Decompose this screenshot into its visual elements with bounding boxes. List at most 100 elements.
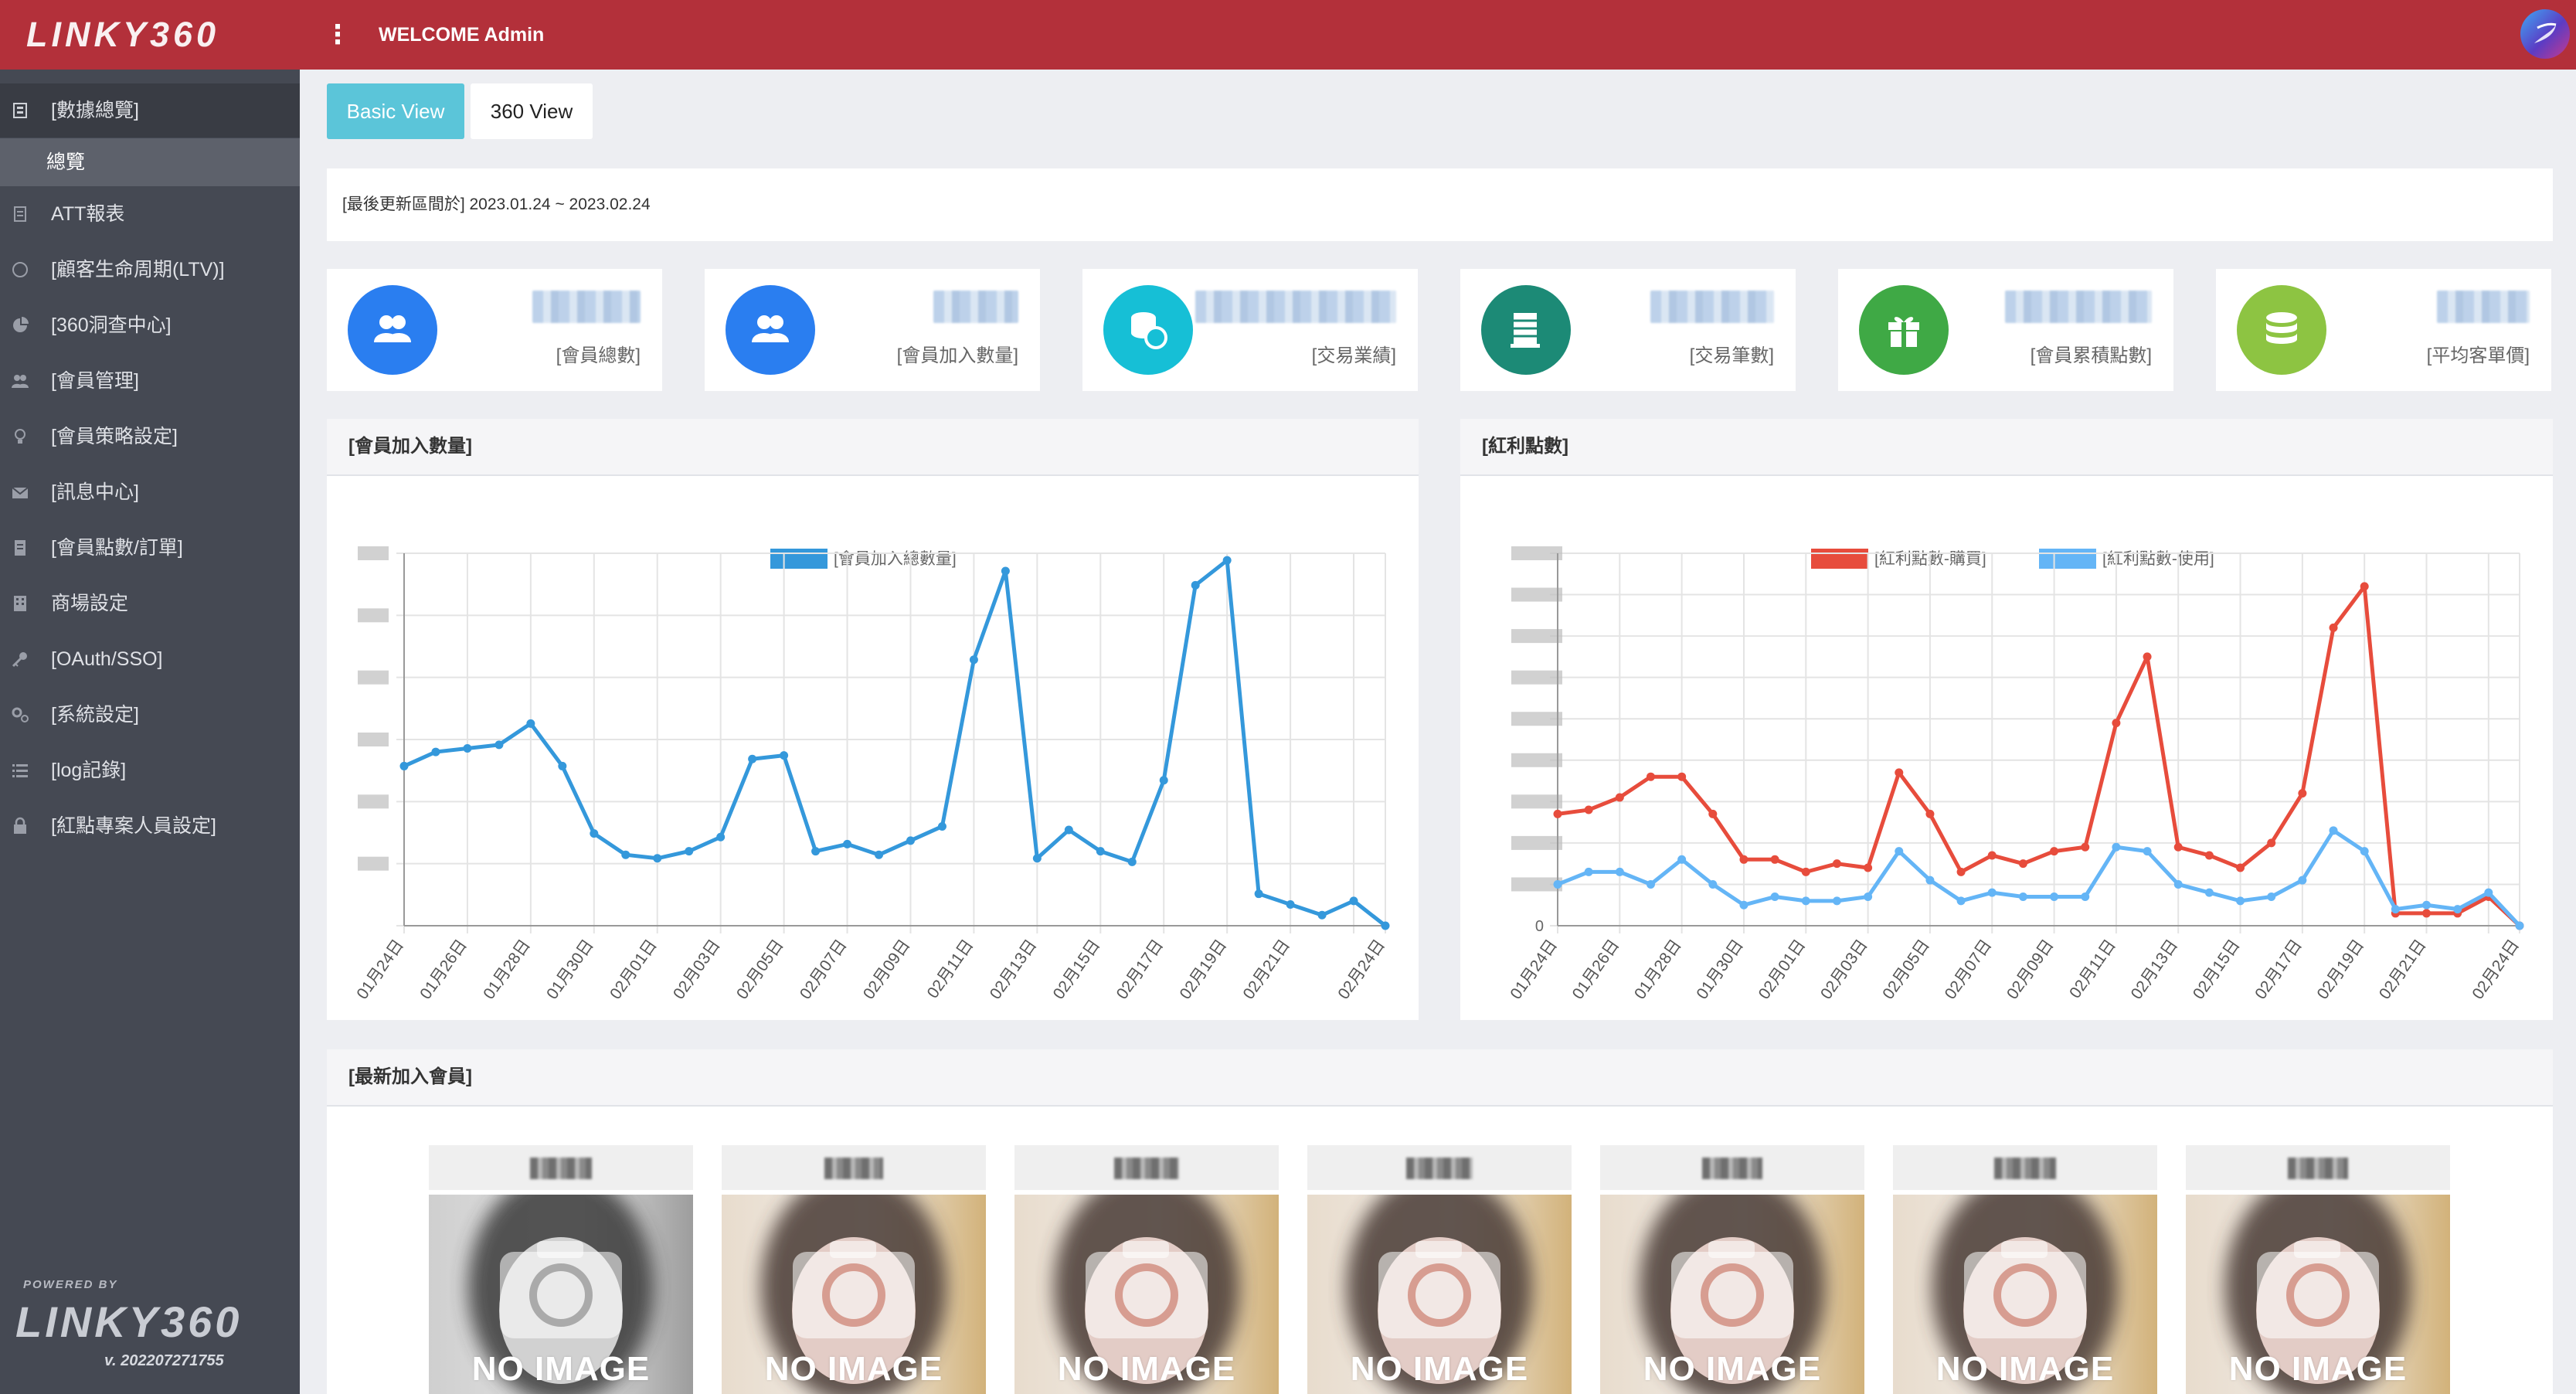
app-logo[interactable]: LINKY360 [26,15,219,54]
data-point[interactable] [1925,809,1935,818]
data-point[interactable] [937,821,946,831]
sidebar-item-360-insight[interactable]: [360洞查中心] [0,298,300,352]
data-point[interactable] [2204,851,2214,860]
data-point[interactable] [1770,892,1779,902]
data-point[interactable] [2236,863,2245,872]
data-point[interactable] [558,761,567,770]
data-point[interactable] [1615,793,1624,802]
data-point[interactable] [2236,896,2245,906]
data-point[interactable] [1349,896,1358,906]
data-point[interactable] [2018,859,2027,869]
data-point[interactable] [1708,879,1718,889]
sidebar-item-message-center[interactable]: [訊息中心] [0,465,300,519]
data-point[interactable] [2050,847,2059,856]
data-point[interactable] [2484,888,2493,897]
data-point[interactable] [526,719,535,728]
data-point[interactable] [2173,842,2183,852]
data-point[interactable] [2018,892,2027,902]
data-point[interactable] [1895,768,1904,777]
data-point[interactable] [1222,556,1232,565]
data-point[interactable] [811,847,821,856]
data-point[interactable] [1801,896,1810,906]
sidebar-item-mall-settings[interactable]: 商場設定 [0,576,300,631]
data-point[interactable] [748,754,757,763]
data-point[interactable] [1317,910,1327,920]
data-point[interactable] [1615,867,1624,876]
sidebar-item-system-settings[interactable]: [系統設定] [0,688,300,742]
data-point[interactable] [2050,892,2059,902]
data-point[interactable] [1864,892,1873,902]
data-point[interactable] [2267,892,2276,902]
member-card[interactable]: NO IMAGE AVAILABLE [1600,1145,1864,1394]
data-point[interactable] [1677,855,1687,864]
data-point[interactable] [1584,805,1593,814]
data-point[interactable] [1553,809,1562,818]
basic-view-button[interactable]: Basic View [327,83,464,139]
data-point[interactable] [1708,809,1718,818]
data-point[interactable] [1739,855,1748,864]
data-point[interactable] [1895,847,1904,856]
data-point[interactable] [875,850,884,859]
member-card[interactable]: NO IMAGE AVAILABLE [1893,1145,2157,1394]
data-point[interactable] [780,751,789,760]
data-point[interactable] [1864,863,1873,872]
data-point[interactable] [2422,909,2432,918]
sidebar-item-log-records[interactable]: [log記錄] [0,743,300,797]
data-point[interactable] [463,743,472,753]
data-point[interactable] [431,747,440,756]
data-point[interactable] [2453,905,2462,914]
data-point[interactable] [2081,842,2090,852]
data-point[interactable] [685,847,694,856]
sidebar-item-member-strategy[interactable]: [會員策略設定] [0,410,300,464]
sidebar-subitem-overview[interactable]: 總覽 [0,138,300,186]
data-point[interactable] [2143,847,2152,856]
data-point[interactable] [1956,867,1966,876]
data-point[interactable] [494,740,504,750]
data-point[interactable] [2360,847,2369,856]
legend-swatch[interactable] [1811,549,1868,569]
sidebar-item-oauth-sso[interactable]: [OAuth/SSO] [0,632,300,686]
data-point[interactable] [2298,789,2307,798]
data-point[interactable] [1832,859,1841,869]
sidebar-item-att-report[interactable]: ATT報表 [0,187,300,241]
data-point[interactable] [1925,876,1935,885]
sidebar-item-member-management[interactable]: [會員管理] [0,354,300,408]
data-point[interactable] [653,854,662,863]
data-point[interactable] [1956,896,1966,906]
data-point[interactable] [2298,876,2307,885]
data-point[interactable] [969,655,978,665]
member-card[interactable]: NO IMAGE AVAILABLE [1014,1145,1279,1394]
data-point[interactable] [2112,719,2121,728]
member-card[interactable]: NO IMAGE AVAILABLE [429,1145,693,1394]
data-point[interactable] [1801,867,1810,876]
data-point[interactable] [1832,896,1841,906]
data-point[interactable] [2422,900,2432,910]
data-point[interactable] [1127,857,1137,866]
data-point[interactable] [2112,842,2121,852]
data-point[interactable] [621,850,630,859]
data-point[interactable] [2267,838,2276,848]
data-point[interactable] [716,832,726,842]
sidebar-item-dashboard[interactable]: [數據總覽] [0,83,300,138]
data-point[interactable] [1001,566,1010,576]
data-point[interactable] [590,829,599,838]
data-point[interactable] [1739,900,1748,910]
data-point[interactable] [1032,854,1042,863]
data-point[interactable] [1646,879,1655,889]
member-card[interactable]: NO IMAGE AVAILABLE [722,1145,986,1394]
data-point[interactable] [2360,582,2369,591]
data-point[interactable] [2143,652,2152,661]
data-point[interactable] [399,761,409,770]
data-point[interactable] [906,836,915,845]
data-point[interactable] [1987,888,1997,897]
data-point[interactable] [1584,867,1593,876]
member-card[interactable]: NO IMAGE AVAILABLE [2186,1145,2450,1394]
data-point[interactable] [1286,899,1295,909]
data-point[interactable] [2329,623,2338,632]
data-point[interactable] [1987,851,1997,860]
sidebar-item-ltv[interactable]: [顧客生命周期(LTV)] [0,243,300,297]
data-point[interactable] [1381,921,1390,930]
member-card[interactable]: NO IMAGE AVAILABLE [1307,1145,1572,1394]
data-point[interactable] [1646,772,1655,781]
data-point[interactable] [1191,580,1200,590]
